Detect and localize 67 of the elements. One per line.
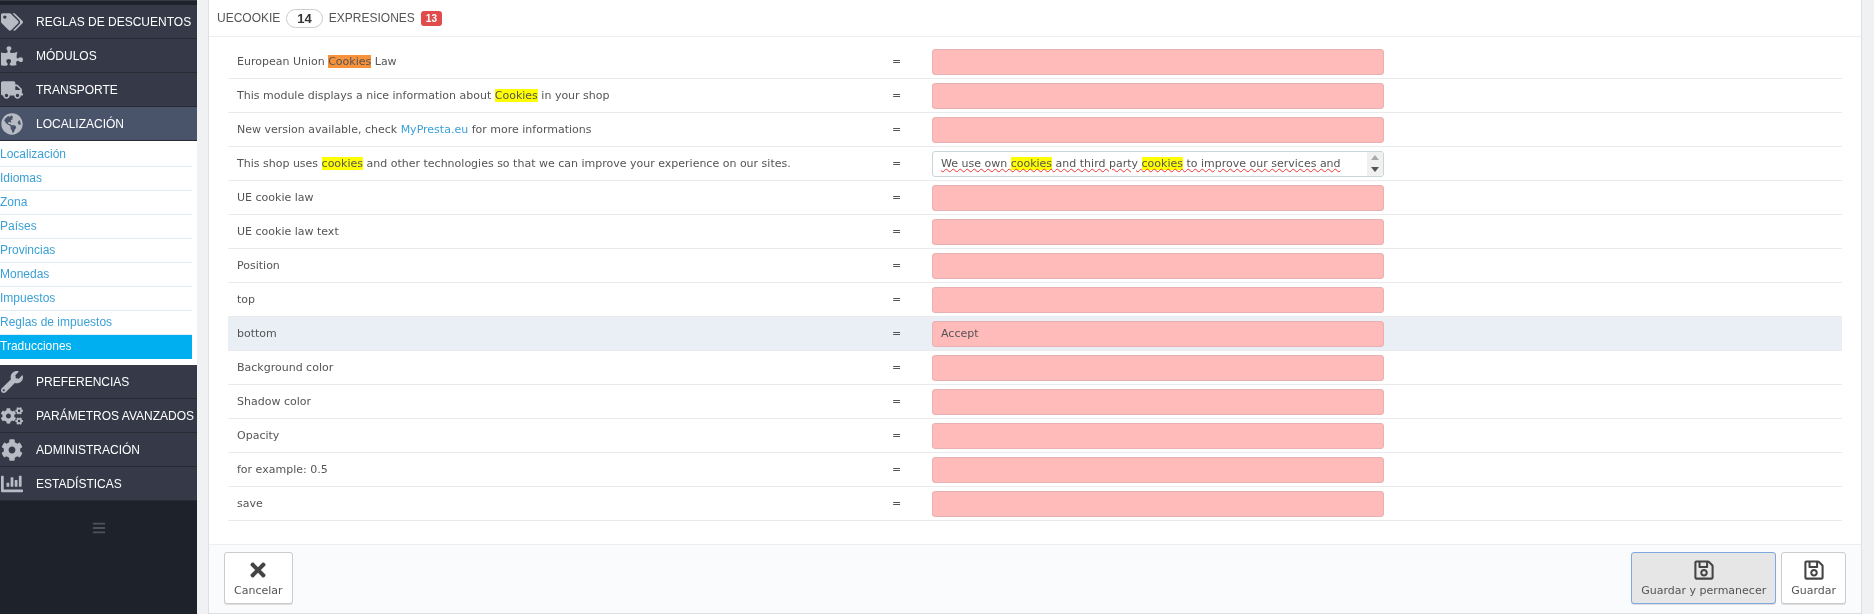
missing-count-badge: 13 — [420, 10, 442, 26]
source-text: European Union Cookies Law — [236, 55, 398, 68]
translation-input[interactable] — [932, 218, 1384, 245]
translation-input[interactable] — [932, 354, 1384, 381]
gears-icon — [0, 404, 24, 427]
sidebar-menu-item[interactable]: ADMINISTRACIÓN — [0, 433, 197, 467]
equals-sign: = — [892, 157, 902, 170]
sidebar-menu-item[interactable]: LOCALIZACIÓN — [0, 107, 197, 141]
save-button[interactable]: Guardar — [1781, 552, 1846, 604]
equals-sign: = — [892, 361, 902, 374]
source-text: This shop uses cookies and other technologies so that we can improve your experience on our sites. — [236, 157, 792, 170]
menu-icon[interactable] — [91, 521, 106, 535]
source-text: for example: 0.5 — [236, 463, 329, 476]
translation-input[interactable] — [932, 490, 1384, 517]
settings-icon — [0, 438, 24, 461]
equals-sign: = — [892, 123, 902, 136]
translation-input[interactable] — [932, 116, 1384, 143]
source-text: save — [236, 497, 264, 510]
translation-input[interactable] — [932, 252, 1384, 279]
sidebar-menu-item[interactable]: TRANSPORTE — [0, 73, 197, 107]
scrollbar[interactable] — [1367, 151, 1383, 176]
source-text: Background color — [236, 361, 335, 374]
sidebar-menu-item[interactable]: MÓDULOS — [0, 39, 197, 73]
expressions-label: EXPRESIONES — [328, 11, 415, 25]
module-title: UECOOKIE — [217, 11, 281, 25]
translation-input[interactable] — [932, 48, 1384, 75]
translation-textarea[interactable]: We use own cookies and third party cookies to improve our services and — [932, 150, 1384, 177]
translation-input[interactable] — [932, 286, 1384, 313]
scroll-up-icon[interactable] — [1371, 155, 1379, 160]
source-text: UE cookie law text — [236, 225, 340, 238]
cancel-button[interactable]: Cancelar — [224, 552, 293, 604]
source-text: New version available, check MyPresta.eu for more informations — [236, 123, 593, 136]
translation-input[interactable]: Accept — [932, 320, 1384, 347]
translation-input[interactable] — [932, 388, 1384, 415]
translation-input[interactable] — [932, 422, 1384, 449]
equals-sign: = — [892, 55, 902, 68]
save-button[interactable]: Guardar y permanecer — [1631, 552, 1777, 604]
sidebar-menu-item[interactable]: PARÁMETROS AVANZADOS — [0, 399, 197, 433]
translation-input[interactable] — [932, 456, 1384, 483]
equals-sign: = — [892, 191, 902, 204]
equals-sign: = — [892, 259, 902, 272]
source-text: Position — [236, 259, 281, 272]
source-text: bottom — [236, 327, 278, 340]
tag-icon — [0, 10, 24, 33]
source-text: top — [236, 293, 257, 306]
source-text: Shadow color — [236, 395, 312, 408]
source-text: UE cookie law — [236, 191, 315, 204]
equals-sign: = — [892, 497, 902, 510]
sidebar-menu-item[interactable]: PREFERENCIAS — [0, 365, 197, 399]
puzzle-icon — [0, 44, 24, 67]
equals-sign: = — [892, 395, 902, 408]
translation-input[interactable] — [932, 82, 1384, 109]
equals-sign: = — [892, 225, 902, 238]
source-text: This module displays a nice information about Cookies in your shop — [236, 89, 611, 102]
equals-sign: = — [892, 89, 902, 102]
source-text: Opacity — [236, 429, 281, 442]
sidebar-menu-item[interactable]: ESTADÍSTICAS — [0, 467, 197, 501]
scroll-down-icon[interactable] — [1371, 167, 1379, 172]
translation-input[interactable] — [932, 184, 1384, 211]
equals-sign: = — [892, 327, 902, 340]
wrench-icon — [0, 370, 24, 393]
equals-sign: = — [892, 463, 902, 476]
sidebar-menu-item[interactable]: REGLAS DE DESCUENTOS — [0, 5, 197, 39]
equals-sign: = — [892, 429, 902, 442]
truck-icon — [0, 78, 24, 101]
equals-sign: = — [892, 293, 902, 306]
globe-icon — [0, 112, 24, 135]
